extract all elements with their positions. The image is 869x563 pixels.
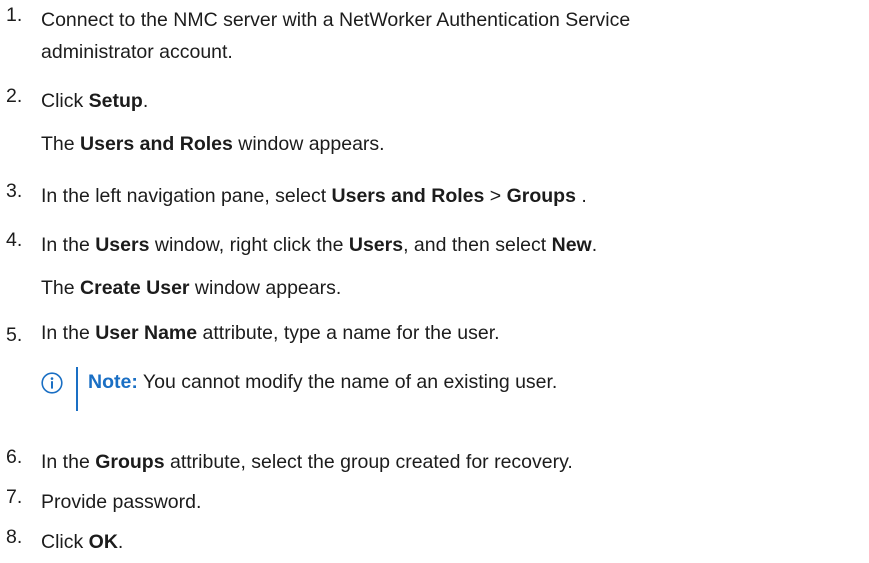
step-number: 3. [6, 180, 23, 202]
step-text-plain: In the [41, 234, 96, 256]
note-body: You cannot modify the name of an existin… [137, 371, 558, 393]
step-text-bold: Users [348, 234, 404, 256]
step-number: 2. [6, 85, 23, 107]
step-text-plain: . [575, 185, 587, 207]
step-5: 5. In the User Name attribute, type a na… [0, 293, 860, 346]
step-text-plain: Click [41, 531, 89, 553]
step-7: 7. Provide password. [0, 486, 860, 518]
step-text-plain: window, right click the [149, 234, 349, 256]
note-callout: Note: You cannot modify the name of an e… [41, 367, 761, 411]
step-number: 1. [6, 4, 23, 26]
note-divider [76, 367, 78, 411]
step-text: In the Groups attribute, select the grou… [41, 446, 856, 478]
step-text-plain: In the left navigation pane, select [41, 185, 332, 207]
step-text: Connect to the NMC server with a NetWork… [41, 4, 856, 68]
step-text-bold: Users and Roles [331, 185, 485, 207]
step-text-plain: > [484, 185, 507, 207]
step-text-line-2: administrator account. [41, 41, 233, 63]
step-text: Provide password. [41, 491, 202, 513]
step-text-plain: . [117, 531, 124, 553]
step-text-bold: OK [88, 531, 118, 553]
step-text-plain: , and then select [403, 234, 552, 256]
step-text: In the Users window, right click the Use… [41, 229, 856, 261]
step-text-plain: . [591, 234, 598, 256]
step-number: 7. [6, 486, 23, 508]
result-text-plain: window appears. [232, 133, 385, 155]
step-text-line-1: Connect to the NMC server with a NetWork… [41, 9, 631, 31]
step-text-plain: . [142, 90, 149, 112]
step-text-bold: New [551, 234, 592, 256]
note-label: Note: [88, 371, 138, 393]
step-number: 8. [6, 526, 23, 548]
step-text: In the User Name attribute, type a name … [41, 317, 856, 349]
step-text: Click Setup. [41, 85, 856, 117]
step-text-plain: In the [41, 451, 96, 473]
step-text-bold: Users [95, 234, 150, 256]
step-text-bold: Groups [506, 185, 576, 207]
step-8: 8. Click OK. [0, 526, 860, 558]
step-text-plain: In the [41, 322, 96, 344]
step-2: 2. Click Setup. [0, 85, 860, 117]
step-6: 6. In the Groups attribute, select the g… [0, 446, 860, 478]
step-2-result: The Users and Roles window appears. [41, 133, 385, 156]
step-number: 4. [6, 229, 23, 251]
step-text: Click OK. [41, 526, 856, 558]
step-number: 6. [6, 446, 23, 468]
info-icon [41, 372, 63, 394]
result-text-plain: The [41, 133, 81, 155]
step-text-plain: Click [41, 90, 89, 112]
result-text-bold: Users and Roles [80, 133, 233, 155]
step-4: 4. In the Users window, right click the … [0, 229, 860, 261]
step-text: In the left navigation pane, select User… [41, 180, 856, 212]
step-text-bold: Setup [88, 90, 143, 112]
step-text-bold: Groups [95, 451, 165, 473]
step-text-plain: attribute, type a name for the user. [197, 322, 500, 344]
step-number: 5. [6, 324, 23, 346]
note-text: Note: You cannot modify the name of an e… [88, 371, 557, 394]
step-1: 1. Connect to the NMC server with a NetW… [0, 4, 860, 68]
step-text-plain: attribute, select the group created for … [164, 451, 573, 473]
step-3: 3. In the left navigation pane, select U… [0, 180, 860, 212]
step-text-bold: User Name [95, 322, 198, 344]
